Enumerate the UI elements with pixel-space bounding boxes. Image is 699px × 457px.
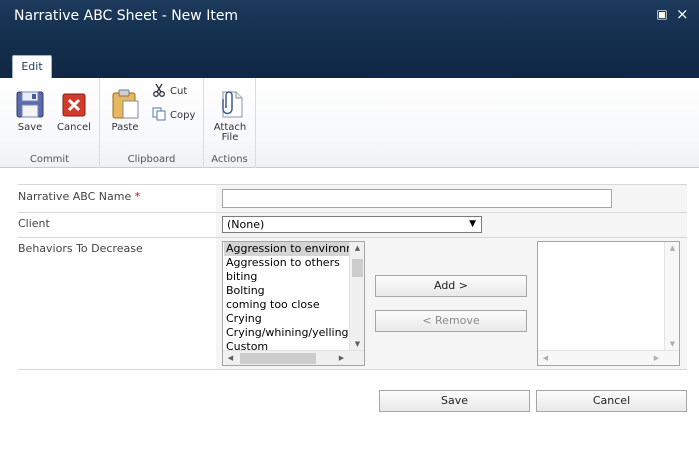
vertical-scrollbar[interactable]: ▲ ▼	[349, 242, 364, 350]
remove-button[interactable]: < Remove	[375, 310, 527, 332]
horizontal-scrollbar[interactable]: ◀ ▶	[538, 350, 679, 365]
scroll-thumb[interactable]	[352, 259, 363, 277]
scroll-thumb[interactable]	[240, 353, 316, 364]
list-item[interactable]: Aggression to environment	[224, 242, 364, 256]
form-bottom-divider	[18, 369, 687, 370]
horizontal-scrollbar[interactable]: ◀ ▶	[223, 350, 364, 365]
footer-cancel-button[interactable]: Cancel	[536, 390, 687, 412]
save-button[interactable]: Save	[10, 82, 50, 133]
list-item[interactable]: biting	[224, 270, 349, 284]
list-item[interactable]: Crying/whining/yelling	[224, 326, 349, 340]
name-field-label: Narrative ABC Name *	[18, 190, 141, 203]
attach-label-line2: File	[221, 132, 239, 143]
copy-label: Copy	[170, 109, 196, 121]
behaviors-available-list[interactable]: Aggression to environment Aggression to …	[222, 241, 365, 366]
list-item[interactable]: coming too close	[224, 298, 349, 312]
list-item[interactable]: Crying	[224, 312, 349, 326]
copy-button[interactable]: Copy	[152, 106, 195, 124]
required-marker: *	[134, 190, 141, 203]
scroll-up-icon[interactable]: ▲	[350, 244, 364, 252]
actions-group: Attach File Actions	[204, 78, 256, 168]
save-icon	[14, 88, 46, 120]
ribbon: Save Cancel Commit Paste Cut Copy Clipbo…	[0, 78, 699, 168]
window-title: Narrative ABC Sheet - New Item	[14, 8, 239, 24]
dropdown-arrow-icon: ▼	[469, 219, 476, 229]
cancel-icon	[58, 88, 90, 120]
behaviors-selected-list[interactable]: ▲ ▼ ◀ ▶	[537, 241, 680, 366]
list-item[interactable]: Bolting	[224, 284, 349, 298]
behaviors-field-label: Behaviors To Decrease	[18, 242, 143, 255]
paperclip-icon	[214, 88, 246, 120]
attach-file-button[interactable]: Attach File	[210, 82, 250, 143]
scissors-icon	[152, 83, 166, 100]
client-select[interactable]: (None) ▼	[222, 216, 482, 233]
add-button[interactable]: Add >	[375, 275, 527, 297]
list-item[interactable]: Aggression to others	[224, 256, 349, 270]
copy-icon	[152, 107, 166, 124]
commit-group-label: Commit	[29, 154, 70, 165]
narrative-abc-name-input[interactable]	[222, 189, 612, 208]
paste-icon	[109, 88, 141, 120]
paste-label: Paste	[111, 122, 139, 133]
cut-button[interactable]: Cut	[152, 82, 187, 100]
scroll-left-icon[interactable]: ◀	[223, 354, 238, 362]
available-items: Aggression to environment Aggression to …	[224, 242, 364, 354]
paste-button[interactable]: Paste	[105, 82, 145, 133]
clipboard-group-label: Clipboard	[127, 154, 176, 165]
save-label: Save	[17, 122, 43, 133]
cut-label: Cut	[170, 85, 188, 97]
scroll-up-icon[interactable]: ▲	[665, 244, 679, 252]
vertical-scrollbar[interactable]: ▲ ▼	[664, 242, 679, 350]
footer-save-button[interactable]: Save	[379, 390, 530, 412]
scroll-right-icon[interactable]: ▶	[334, 354, 349, 362]
client-selected-value: (None)	[227, 218, 265, 231]
actions-group-label: Actions	[211, 154, 248, 165]
scroll-down-icon[interactable]: ▼	[665, 340, 679, 348]
clipboard-group: Paste Cut Copy Clipboard	[100, 78, 204, 168]
close-icon[interactable]: ×	[676, 7, 689, 22]
tab-edit[interactable]: Edit	[12, 55, 52, 78]
title-bar: Narrative ABC Sheet - New Item ▣ × Edit	[0, 0, 699, 78]
scroll-right-icon[interactable]: ▶	[649, 354, 664, 362]
commit-group: Save Cancel Commit	[0, 78, 100, 168]
restore-icon[interactable]: ▣	[656, 8, 668, 20]
cancel-button[interactable]: Cancel	[54, 82, 94, 133]
scroll-left-icon[interactable]: ◀	[538, 354, 553, 362]
client-field-label: Client	[18, 217, 50, 230]
scroll-down-icon[interactable]: ▼	[350, 340, 364, 348]
cancel-label: Cancel	[57, 122, 91, 133]
